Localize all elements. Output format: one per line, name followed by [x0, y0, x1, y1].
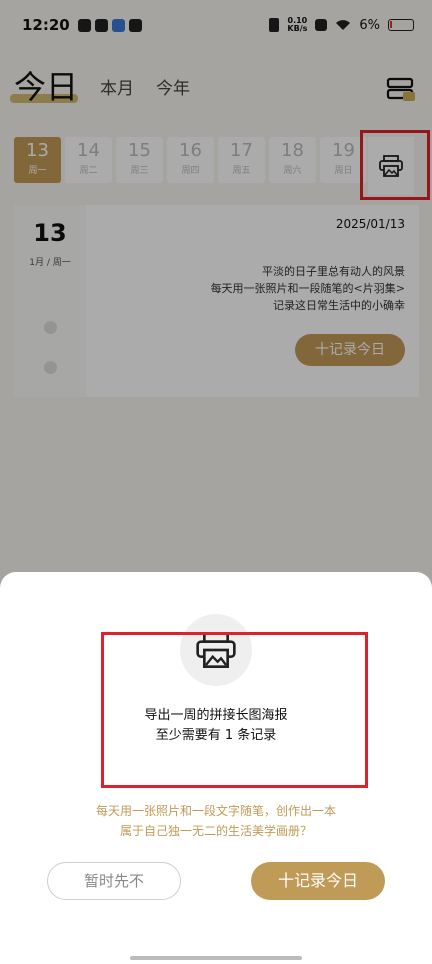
sheet-promo-text: 每天用一张照片和一段文字随笔，创作出一本 属于自己独一无二的生活美学画册？: [0, 801, 432, 841]
record-today-button[interactable]: 十记录今日: [251, 862, 385, 900]
promo-line: 属于自己独一无二的生活美学画册？: [119, 824, 312, 838]
export-bottom-sheet: 导出一周的拼接长图海报 至少需要有 1 条记录 每天用一张照片和一段文字随笔，创…: [0, 572, 432, 964]
not-now-button[interactable]: 暂时先不: [47, 862, 181, 900]
highlight-box-sheet: [101, 632, 368, 788]
home-indicator[interactable]: [130, 956, 302, 960]
promo-line: 每天用一张照片和一段文字随笔，创作出一本: [95, 804, 336, 818]
